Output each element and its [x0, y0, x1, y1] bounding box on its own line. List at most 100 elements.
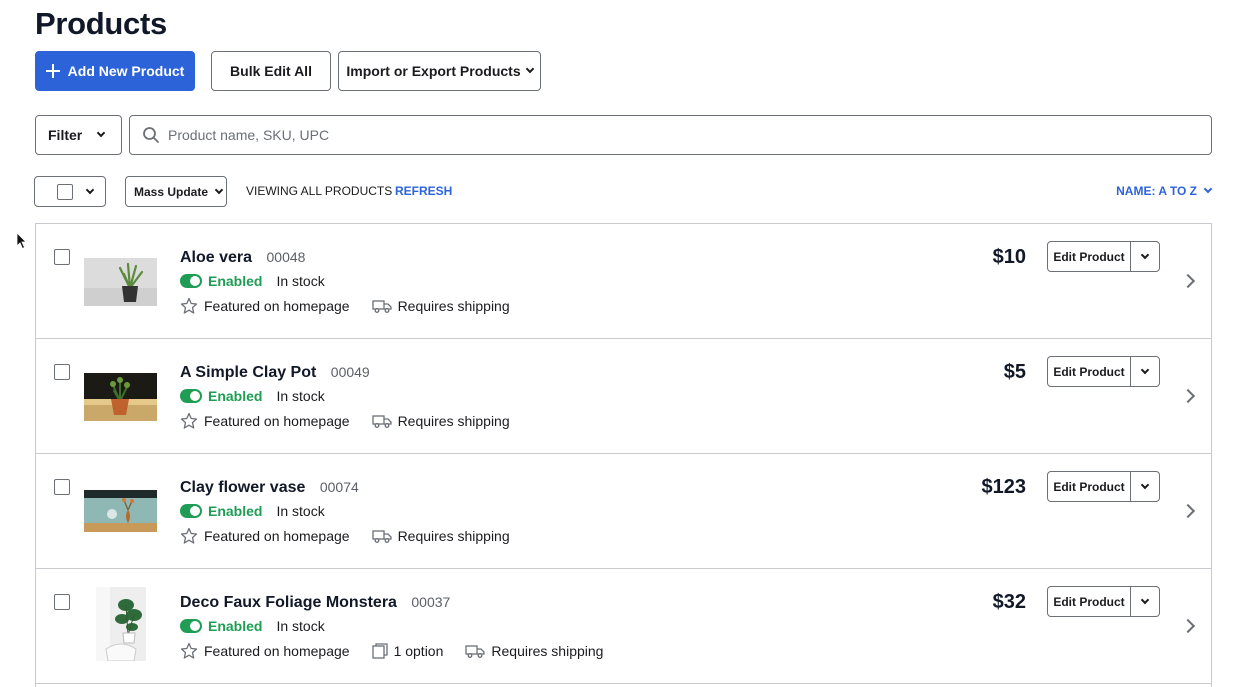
product-price: $10 — [992, 246, 1026, 268]
select-all-checkbox[interactable] — [57, 183, 73, 200]
meta-line: Featured on homepage Requires shipping — [180, 297, 532, 315]
add-new-product-label: Add New Product — [67, 63, 185, 79]
import-export-button[interactable]: Import or Export Products — [338, 51, 541, 91]
product-thumbnail — [84, 258, 157, 306]
edit-product-button[interactable]: Edit Product — [1048, 357, 1131, 386]
star-icon — [180, 642, 198, 659]
add-new-product-button[interactable]: Add New Product — [35, 51, 195, 91]
product-price: $5 — [1003, 361, 1026, 383]
edit-product-dropdown[interactable] — [1131, 472, 1159, 501]
product-list: Aloe vera 00048 Enabled In stock Feature… — [35, 223, 1212, 687]
edit-product-button[interactable]: Edit Product — [1048, 242, 1131, 271]
stock-label: In stock — [276, 273, 325, 289]
row-checkbox[interactable] — [54, 594, 70, 610]
import-export-label: Import or Export Products — [346, 63, 521, 79]
product-name[interactable]: A Simple Clay Pot 00049 — [180, 364, 370, 382]
search-icon — [143, 127, 159, 143]
shipping-item: Requires shipping — [371, 298, 510, 314]
chevron-down-icon — [1140, 250, 1150, 259]
chevron-right-icon[interactable] — [1180, 618, 1196, 634]
product-sku: 00048 — [266, 249, 306, 265]
product-name[interactable]: Deco Faux Foliage Monstera 00037 — [180, 594, 450, 612]
product-row[interactable]: A Simple Clay Pot 00049 Enabled In stock… — [36, 339, 1211, 454]
product-name[interactable]: Clay flower vase 00074 — [180, 479, 359, 497]
shipping-label: Requires shipping — [397, 413, 510, 429]
featured-item: Featured on homepage — [180, 527, 350, 545]
page-title: Products — [35, 6, 167, 41]
stock-label: In stock — [276, 388, 325, 404]
chevron-down-icon — [96, 128, 106, 138]
edit-product-group: Edit Product — [1047, 586, 1160, 617]
status-line: Enabled In stock — [180, 618, 325, 634]
shipping-label: Requires shipping — [491, 643, 604, 659]
edit-product-button[interactable]: Edit Product — [1048, 472, 1131, 501]
star-icon — [180, 527, 198, 544]
edit-product-group: Edit Product — [1047, 241, 1160, 272]
search-box[interactable] — [129, 115, 1212, 155]
product-row[interactable]: Deco Faux Foliage Monstera 00037 Enabled… — [36, 569, 1211, 684]
truck-icon — [371, 530, 392, 543]
viewing-label: VIEWING ALL PRODUCTS — [246, 184, 393, 198]
filter-dropdown[interactable]: Filter — [35, 115, 122, 155]
product-price: $32 — [992, 591, 1026, 613]
product-name-text: A Simple Clay Pot — [180, 364, 317, 381]
status-line: Enabled In stock — [180, 503, 325, 519]
product-sku: 00074 — [319, 479, 359, 495]
product-name-text: Deco Faux Foliage Monstera — [180, 594, 397, 611]
edit-product-button[interactable]: Edit Product — [1048, 587, 1131, 616]
row-checkbox[interactable] — [54, 249, 70, 265]
product-row[interactable]: Aloe vera 00048 Enabled In stock Feature… — [36, 224, 1211, 339]
cursor-icon — [16, 232, 27, 250]
shipping-item: Requires shipping — [371, 528, 510, 544]
star-icon — [180, 297, 198, 314]
product-price: $123 — [981, 476, 1027, 498]
select-all-dropdown[interactable] — [34, 176, 106, 207]
chevron-down-icon — [525, 64, 534, 74]
edit-product-group: Edit Product — [1047, 356, 1160, 387]
chevron-down-icon — [1140, 480, 1150, 489]
product-name[interactable]: Aloe vera 00048 — [180, 249, 305, 267]
chevron-down-icon — [214, 185, 224, 194]
product-row[interactable]: Clay flower vase 00074 Enabled In stock … — [36, 454, 1211, 569]
option-icon — [371, 643, 388, 659]
chevron-right-icon[interactable] — [1180, 388, 1196, 404]
options-item: 1 option — [371, 643, 444, 659]
plus-icon — [45, 64, 60, 78]
enabled-toggle[interactable] — [180, 389, 202, 403]
search-input[interactable] — [168, 127, 1068, 143]
edit-product-dropdown[interactable] — [1131, 357, 1159, 386]
featured-label: Featured on homepage — [204, 528, 350, 544]
enabled-toggle[interactable] — [180, 619, 202, 633]
filter-label: Filter — [48, 127, 83, 143]
meta-line: Featured on homepage 1 option Requires s… — [180, 642, 625, 660]
edit-product-dropdown[interactable] — [1131, 587, 1159, 616]
refresh-link[interactable]: REFRESH — [395, 184, 452, 198]
status-label: Enabled — [208, 618, 263, 634]
edit-product-dropdown[interactable] — [1131, 242, 1159, 271]
bulk-edit-all-button[interactable]: Bulk Edit All — [211, 51, 331, 91]
product-sku: 00037 — [411, 594, 451, 610]
row-checkbox[interactable] — [54, 479, 70, 495]
chevron-down-icon — [1140, 595, 1150, 604]
row-checkbox[interactable] — [54, 364, 70, 380]
featured-label: Featured on homepage — [204, 413, 350, 429]
sort-dropdown[interactable]: NAME: A TO Z — [1116, 184, 1213, 198]
product-sku: 00049 — [330, 364, 370, 380]
featured-item: Featured on homepage — [180, 412, 350, 430]
enabled-toggle[interactable] — [180, 504, 202, 518]
shipping-item: Requires shipping — [465, 643, 603, 659]
featured-item: Featured on homepage — [180, 297, 350, 315]
chevron-right-icon[interactable] — [1180, 503, 1196, 519]
truck-icon — [371, 415, 392, 428]
options-label: 1 option — [393, 643, 444, 659]
meta-line: Featured on homepage Requires shipping — [180, 412, 532, 430]
shipping-label: Requires shipping — [397, 528, 510, 544]
chevron-right-icon[interactable] — [1180, 273, 1196, 289]
status-line: Enabled In stock — [180, 273, 325, 289]
mass-update-dropdown[interactable]: Mass Update — [125, 176, 227, 207]
edit-product-group: Edit Product — [1047, 471, 1160, 502]
meta-line: Featured on homepage Requires shipping — [180, 527, 532, 545]
product-thumbnail — [84, 373, 157, 421]
stock-label: In stock — [276, 618, 325, 634]
enabled-toggle[interactable] — [180, 274, 202, 288]
